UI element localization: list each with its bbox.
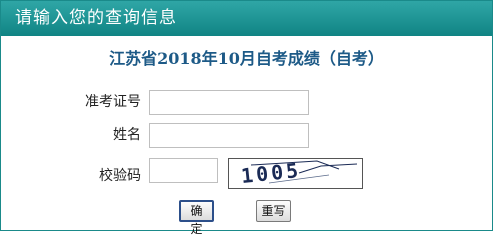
captcha-noise-lines (250, 160, 358, 184)
ticket-number-input[interactable] (149, 90, 309, 115)
reset-button[interactable]: 重写 (256, 200, 291, 222)
captcha-label: 校验码 (99, 168, 141, 184)
exam-title: 江苏省2018年10月自考成绩（自考） (109, 49, 384, 68)
captcha-image[interactable]: 1005 (228, 158, 363, 189)
panel-title: 请输入您的查询信息 (15, 8, 177, 28)
captcha-input[interactable] (149, 158, 218, 183)
ticket-number-label: 准考证号 (85, 94, 141, 110)
name-input[interactable] (149, 123, 309, 148)
query-panel: 请输入您的查询信息 江苏省2018年10月自考成绩（自考） 准考证号 姓名 校验… (0, 0, 493, 236)
submit-button[interactable]: 确定 (179, 200, 214, 236)
name-label: 姓名 (113, 127, 141, 143)
panel-header: 请输入您的查询信息 (1, 1, 492, 36)
